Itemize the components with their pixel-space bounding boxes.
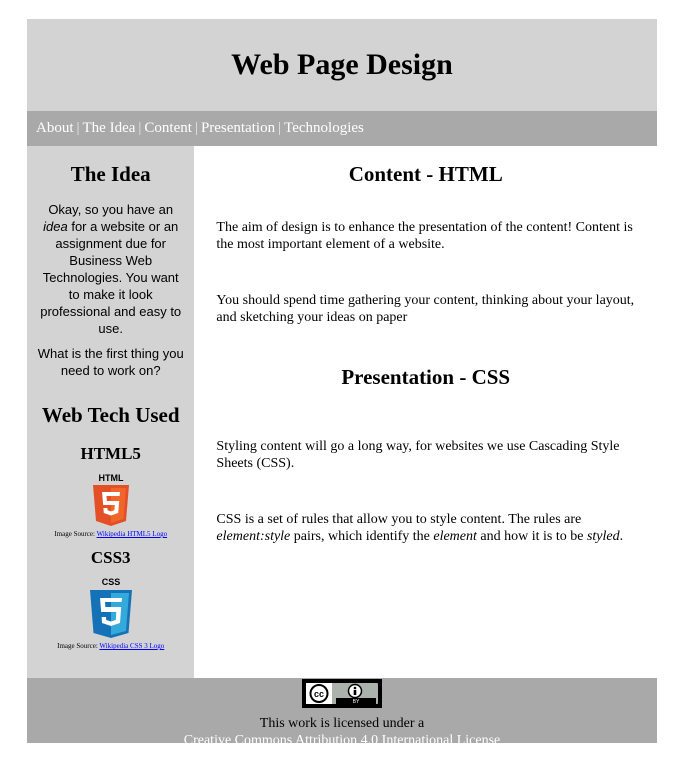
nav-link-the-idea[interactable]: The Idea (83, 120, 136, 137)
css3-logo-text: CSS (101, 577, 120, 587)
nav-link-content[interactable]: Content (144, 120, 192, 137)
presentation-paragraph-1: Styling content will go a long way, for … (216, 439, 620, 471)
idea-emphasis: idea (43, 219, 68, 234)
html5-logo-text: HTML (98, 473, 123, 483)
page-container: Web Page Design About | The Idea | Conte… (27, 19, 657, 748)
cc-badge-by-text: BY (353, 699, 360, 704)
presentation-paragraph-2: CSS is a set of rules that allow you to … (216, 511, 635, 545)
license-text: This work is licensed under a (259, 716, 425, 731)
content-paragraph-2: You should spend time gathering your con… (216, 293, 635, 325)
source-label: Image Source: (57, 642, 100, 650)
presentation-text: pairs, which identify the (290, 529, 434, 544)
html5-source-link[interactable]: Wikipedia HTML5 Logo (97, 530, 167, 538)
presentation-text: CSS is a set of rules that allow you to … (216, 512, 582, 527)
nav-link-technologies[interactable]: Technologies (284, 120, 364, 137)
content-columns: The Idea Okay, so you have an idea for a… (27, 146, 657, 678)
idea-heading: The Idea (70, 162, 151, 186)
license-link[interactable]: Creative Commons Attribution 4.0 Interna… (27, 733, 657, 749)
presentation-text: . (619, 529, 624, 544)
source-label: Image Source: (54, 530, 97, 538)
nav-link-about[interactable]: About (36, 120, 74, 137)
content-paragraph-1: The aim of design is to enhance the pres… (216, 220, 633, 252)
idea-text: for a website or an assignment due for B… (40, 219, 182, 336)
svg-text:cc: cc (314, 689, 324, 699)
css3-image-source: Image Source: Wikipedia CSS 3 Logo (27, 642, 194, 650)
idea-paragraph-1: Okay, so you have an idea for a website … (37, 201, 184, 337)
idea-text: Okay, so you have an (48, 202, 174, 217)
nav-separator: | (278, 120, 282, 136)
html5-heading: HTML5 (80, 444, 141, 463)
presentation-text: and how it is to be (476, 529, 587, 544)
sidebar: The Idea Okay, so you have an idea for a… (27, 146, 195, 678)
css3-source-link[interactable]: Wikipedia CSS 3 Logo (99, 642, 164, 650)
presentation-emphasis: element:style (216, 529, 291, 544)
site-footer: cc BY This work is licensed under a Crea… (27, 678, 657, 748)
content-heading: Content - HTML (348, 162, 503, 186)
tech-heading: Web Tech Used (41, 403, 180, 427)
nav-separator: | (194, 120, 198, 136)
idea-paragraph-2: What is the first thing you need to work… (37, 346, 184, 378)
cc-license-badge[interactable]: cc BY (302, 679, 382, 708)
presentation-emphasis: element (433, 529, 477, 544)
nav-link-presentation[interactable]: Presentation (201, 120, 275, 137)
page-title: Web Page Design (231, 48, 453, 81)
main-nav: About | The Idea | Content | Presentatio… (27, 111, 657, 146)
cc-by-icon: cc BY (306, 683, 376, 705)
presentation-heading: Presentation - CSS (341, 365, 511, 389)
nav-separator: | (76, 120, 80, 136)
site-header: Web Page Design (27, 19, 657, 111)
cc-badge-panel: cc BY (306, 683, 378, 705)
css3-heading: CSS3 (90, 548, 131, 567)
nav-separator: | (138, 120, 142, 136)
presentation-emphasis: styled (586, 529, 620, 544)
main-content: Content - HTML The aim of design is to e… (194, 146, 657, 678)
html5-image-source: Image Source: Wikipedia HTML5 Logo (27, 530, 194, 538)
html5-logo-icon: HTML (92, 473, 129, 526)
css3-logo-icon: CSS (89, 577, 132, 638)
